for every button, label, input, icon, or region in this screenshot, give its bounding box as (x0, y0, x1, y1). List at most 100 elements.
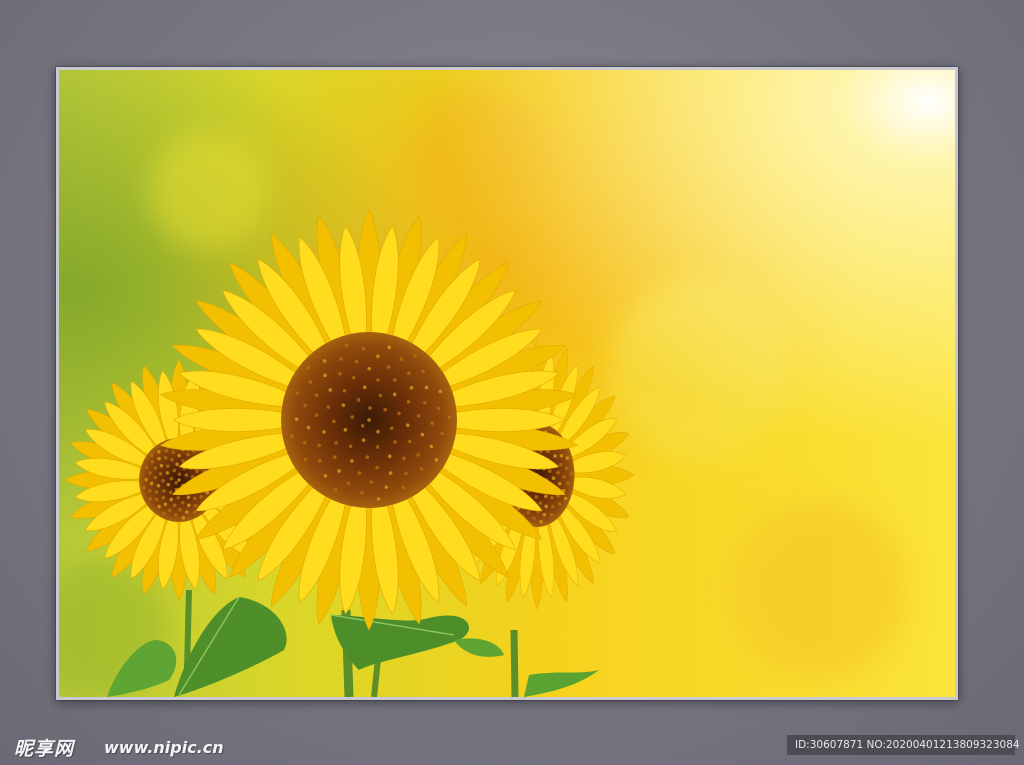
seed (566, 481, 570, 485)
seed (392, 392, 397, 397)
watermark-site-url[interactable]: www.nipic.cn (104, 738, 224, 757)
seed (150, 460, 155, 464)
seed (553, 454, 557, 458)
seed (424, 385, 429, 390)
seed (420, 432, 425, 437)
seed (154, 490, 159, 494)
seed (306, 366, 311, 370)
seed (177, 453, 181, 458)
seed (376, 497, 381, 501)
seed (290, 434, 294, 438)
seed (387, 454, 392, 459)
seed (162, 489, 166, 493)
seed (157, 456, 161, 461)
seed (405, 423, 410, 428)
seed (176, 495, 181, 500)
seed (419, 467, 424, 471)
seed (348, 444, 353, 448)
seed (144, 477, 148, 482)
seed (416, 414, 421, 418)
seed (532, 516, 536, 520)
seed (438, 389, 443, 394)
seed (167, 508, 172, 513)
seed (326, 405, 331, 409)
seed (550, 495, 554, 500)
seed (367, 366, 372, 371)
seed (436, 406, 441, 411)
seed (401, 485, 406, 490)
seed (323, 373, 327, 378)
seed (350, 459, 354, 463)
seed (317, 443, 322, 448)
seed (360, 423, 365, 428)
photo-frame (56, 67, 958, 700)
seed (174, 480, 178, 485)
seed (339, 357, 343, 361)
seed (317, 458, 322, 463)
seed (376, 378, 380, 382)
seed (303, 457, 308, 462)
seed (172, 503, 177, 508)
sunflower-photo (59, 70, 955, 697)
seed (542, 512, 547, 517)
seed (397, 411, 401, 416)
seed (308, 380, 313, 384)
seed (565, 456, 570, 460)
seed (557, 481, 562, 486)
seed (402, 456, 406, 461)
seed (184, 473, 189, 477)
seed (354, 359, 359, 364)
seed (384, 485, 389, 489)
seed (177, 478, 181, 482)
seed (171, 450, 176, 454)
seed (556, 470, 560, 475)
seed (416, 453, 421, 457)
seed (344, 343, 349, 348)
watermark-id-label: ID:30607871 NO:20200401213809323084 (787, 735, 1020, 755)
seed (181, 515, 186, 520)
seed (164, 456, 168, 460)
seed (148, 489, 152, 493)
seed (534, 495, 539, 499)
seed (180, 500, 185, 505)
seed (413, 353, 417, 358)
seed (549, 513, 554, 517)
seed (407, 439, 412, 444)
seed (563, 496, 568, 501)
seed (159, 463, 164, 468)
seed (164, 449, 169, 453)
seed (369, 480, 374, 484)
seed (314, 393, 319, 398)
seed (334, 441, 338, 445)
seed (440, 431, 444, 436)
seed (153, 475, 158, 480)
seed (376, 354, 380, 358)
seed (386, 365, 391, 369)
seed (378, 393, 383, 398)
seed (162, 511, 166, 516)
seed (170, 457, 174, 462)
seed (156, 483, 161, 488)
seed (434, 458, 439, 462)
seed (367, 418, 371, 422)
seed (375, 445, 380, 449)
seed (186, 495, 191, 500)
seed (195, 469, 199, 474)
seed (186, 503, 191, 508)
seed (338, 371, 342, 376)
seed (526, 510, 531, 515)
seed (303, 403, 307, 408)
watermark-logo: 昵享网 (14, 738, 75, 760)
seed (161, 478, 165, 483)
seed (346, 481, 351, 486)
seed (169, 476, 174, 481)
seed (388, 471, 393, 475)
seed (423, 400, 427, 405)
seed (550, 504, 555, 509)
seed (294, 417, 299, 422)
seed (172, 468, 177, 473)
seed (322, 359, 327, 363)
seed (399, 357, 404, 362)
seed (341, 403, 346, 407)
seed (404, 471, 408, 476)
